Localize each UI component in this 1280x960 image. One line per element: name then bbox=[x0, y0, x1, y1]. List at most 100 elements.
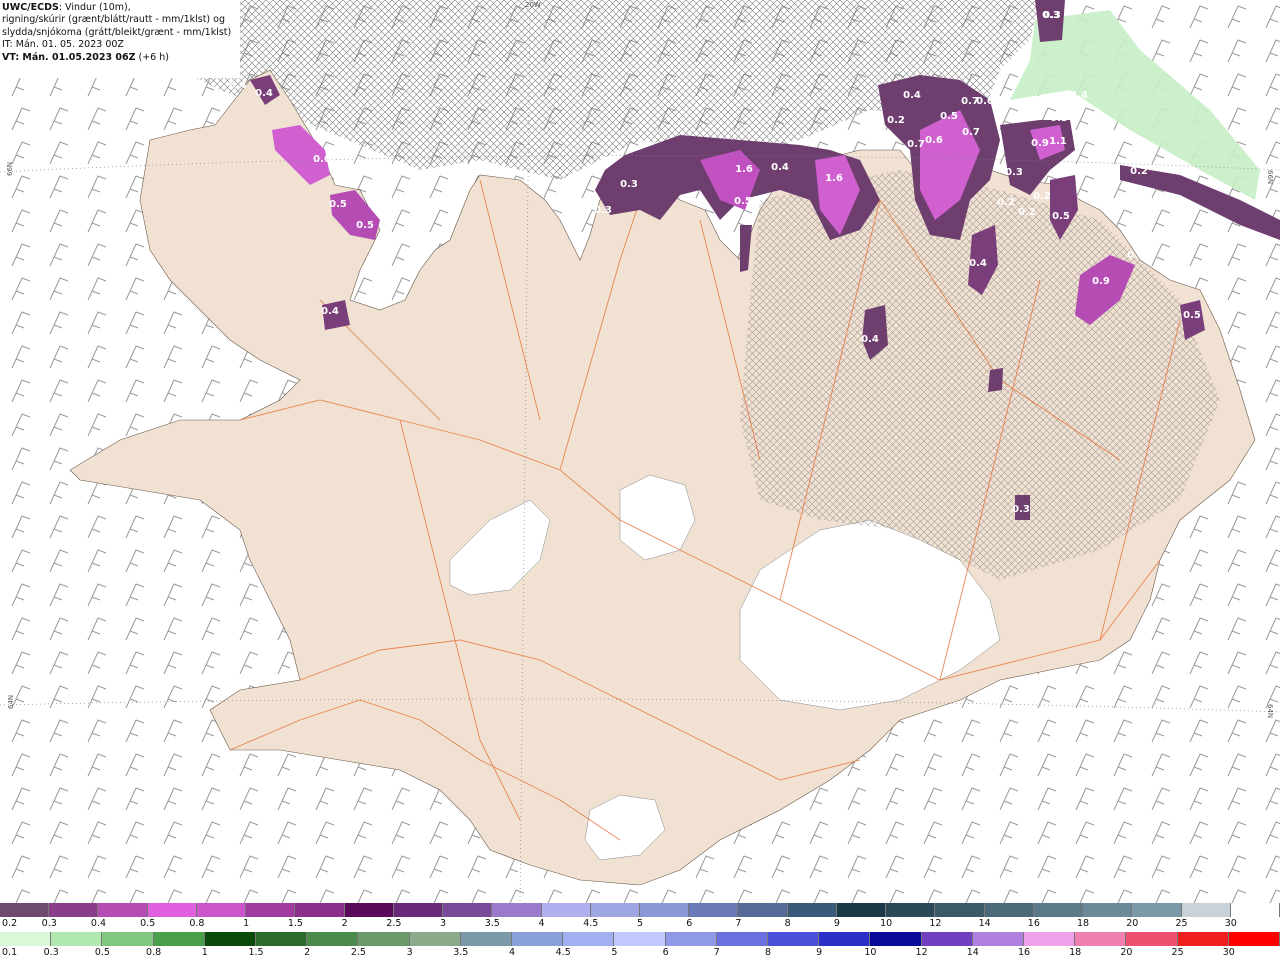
legend-snow-label: 0.3 bbox=[41, 918, 57, 929]
legend-rain-swatch bbox=[1228, 932, 1280, 946]
precip-value-label: 0.2 bbox=[887, 115, 905, 126]
legend-rain-label: 10 bbox=[864, 947, 877, 958]
precip-value-label: 0.5 bbox=[1183, 310, 1201, 321]
precip-value-label: 0.5 bbox=[734, 196, 752, 207]
weather-map: 20W 66N 66N 64N 64N 0.30.40.30.40.60.50.… bbox=[0, 0, 1280, 905]
header-line-4: IT: Mán. 01. 05. 2023 00Z bbox=[2, 39, 124, 51]
legend-snow-label: 0.8 bbox=[189, 918, 205, 929]
header-line-3: slydda/snjókoma (grátt/bleikt/grænt - mm… bbox=[2, 26, 232, 38]
precip-value-label: 0.2 bbox=[1018, 207, 1036, 218]
precip-value-label: 0.4 bbox=[1070, 90, 1088, 101]
legend-rain-swatch bbox=[665, 932, 717, 946]
legend-rain-label: 8 bbox=[764, 947, 772, 958]
precip-value-label: 0.7 bbox=[600, 155, 618, 166]
legend-snow-swatch bbox=[689, 903, 739, 917]
legend-snow-label: 25 bbox=[1175, 918, 1188, 929]
legend-rain-swatch bbox=[1024, 932, 1076, 946]
legend-rain-swatch bbox=[1126, 932, 1178, 946]
precip-value-label: 0.4 bbox=[903, 90, 921, 101]
legend-snow-swatch bbox=[738, 903, 788, 917]
legend-snow-label: 20 bbox=[1126, 918, 1139, 929]
legend-rain-label: 30 bbox=[1222, 947, 1235, 958]
legend-rain-label: 6 bbox=[662, 947, 669, 958]
legend-snow-swatch bbox=[147, 903, 197, 917]
legend-snow-label: 1 bbox=[243, 918, 250, 929]
legend-snow-swatch bbox=[98, 903, 148, 917]
legend-rain-label: 0.8 bbox=[146, 947, 162, 958]
legend-snow-swatch bbox=[984, 903, 1034, 917]
precip-value-label: 0.2 bbox=[997, 197, 1015, 208]
legend-rain-label: 0.5 bbox=[94, 947, 110, 958]
precip-value-label: 0.9 bbox=[1092, 276, 1110, 287]
legend-snow-swatch bbox=[196, 903, 247, 917]
legend-snow-swatch bbox=[935, 903, 985, 917]
legend-rain-swatch bbox=[1075, 932, 1127, 946]
legend-snow-label: 3.5 bbox=[484, 918, 500, 929]
legend-snow-label: 2.5 bbox=[386, 918, 402, 929]
legend-snow-label: 14 bbox=[978, 918, 991, 929]
legend-snow-swatch bbox=[590, 903, 640, 917]
precip-value-label: 0.9 bbox=[1031, 138, 1049, 149]
legend-rain-label: 2 bbox=[304, 947, 311, 958]
legend-rain-swatch bbox=[460, 932, 512, 946]
info-box: UWC/ECDS: Vindur (10m), rigning/skúrir (… bbox=[0, 0, 240, 78]
legend-rain-swatch bbox=[204, 932, 256, 946]
legend-snow-swatch bbox=[393, 903, 444, 917]
legend-rain-label: 7 bbox=[713, 947, 720, 958]
legend-rain-label: 2.5 bbox=[350, 947, 366, 958]
legend-snow-label: 9 bbox=[833, 918, 840, 929]
precip-value-label: 0.6 bbox=[925, 135, 943, 146]
precip-value-label: 0.5 bbox=[329, 199, 347, 210]
legend-rain-swatch bbox=[563, 932, 615, 946]
legend-snow-swatch bbox=[1132, 903, 1182, 917]
precip-value-label: 0.5 bbox=[1052, 211, 1070, 222]
legend-snow-label: 0.5 bbox=[140, 918, 156, 929]
legend-rain-label: 0.3 bbox=[43, 947, 59, 958]
precip-value-label: 0.6 bbox=[313, 154, 331, 165]
graticule-top-label: 20W bbox=[525, 1, 541, 9]
legend-rain-swatch bbox=[102, 932, 154, 946]
legend-rain-label: 5 bbox=[611, 947, 618, 958]
legend-snow-swatch bbox=[0, 903, 50, 917]
precip-value-label: 0.7 bbox=[962, 127, 980, 138]
legend-rain-label: 9 bbox=[816, 947, 823, 958]
legend-rain-swatch bbox=[307, 932, 359, 946]
legend-rain-swatch bbox=[921, 932, 973, 946]
legend-snow-label: 18 bbox=[1077, 918, 1090, 929]
legend-rain-label: 25 bbox=[1171, 947, 1184, 958]
precip-value-label: 0.3 bbox=[620, 179, 638, 190]
legend-snow-label: 3 bbox=[440, 918, 447, 929]
precip-value-label: 0.3 bbox=[1127, 250, 1145, 261]
legend-snow-swatch bbox=[1230, 903, 1280, 917]
legend-rain-label: 3.5 bbox=[453, 947, 469, 958]
legend-snow-label: 8 bbox=[784, 918, 791, 929]
legend-snow-label: 6 bbox=[686, 918, 693, 929]
legend-rain-swatch bbox=[716, 932, 768, 946]
legend-rain-swatch bbox=[358, 932, 410, 946]
legend-snow-label: 0.2 bbox=[2, 918, 18, 929]
legend-rain-swatch bbox=[972, 932, 1024, 946]
precip-value-label: 0.3 bbox=[1050, 113, 1068, 124]
legend-rain-swatch bbox=[768, 932, 820, 946]
precip-value-label: 0.4 bbox=[255, 88, 273, 99]
legend-rain-swatch bbox=[0, 932, 52, 946]
precip-value-label: 0.7 bbox=[907, 139, 925, 150]
legend-snow-swatch bbox=[492, 903, 542, 917]
legend-snow-label: 12 bbox=[929, 918, 942, 929]
legend-snow-label: 2 bbox=[341, 918, 348, 929]
legend-snow-swatch bbox=[640, 903, 690, 917]
legend-snow-swatch bbox=[49, 903, 99, 917]
precip-value-label: 0.4 bbox=[969, 258, 987, 269]
legend-snow: 0.2 0.3 0.4 0.5 0.8 1 1.5 2 2.5 3 3.5 4 4.5 5 6 7 8 9 10 12… bbox=[0, 903, 1280, 931]
header-line-2: rigning/skúrir (grænt/blátt/rautt - mm/1… bbox=[2, 14, 225, 26]
graticule-left-top: 66N bbox=[6, 162, 14, 176]
legend-snow-swatch bbox=[886, 903, 936, 917]
precip-value-label: 0.3 bbox=[1005, 167, 1023, 178]
header-line-5: VT: Mán. 01.05.2023 06Z (+6 h) bbox=[2, 51, 169, 63]
legend-snow-label: 5 bbox=[636, 918, 644, 929]
graticule-right-top: 66N bbox=[1266, 170, 1274, 184]
legend-snow-swatch bbox=[1181, 903, 1231, 917]
legend-rain-label: 3 bbox=[406, 947, 413, 958]
legend-rain-swatch bbox=[1177, 932, 1229, 946]
precip-value-label: 0.3 bbox=[1012, 504, 1030, 515]
